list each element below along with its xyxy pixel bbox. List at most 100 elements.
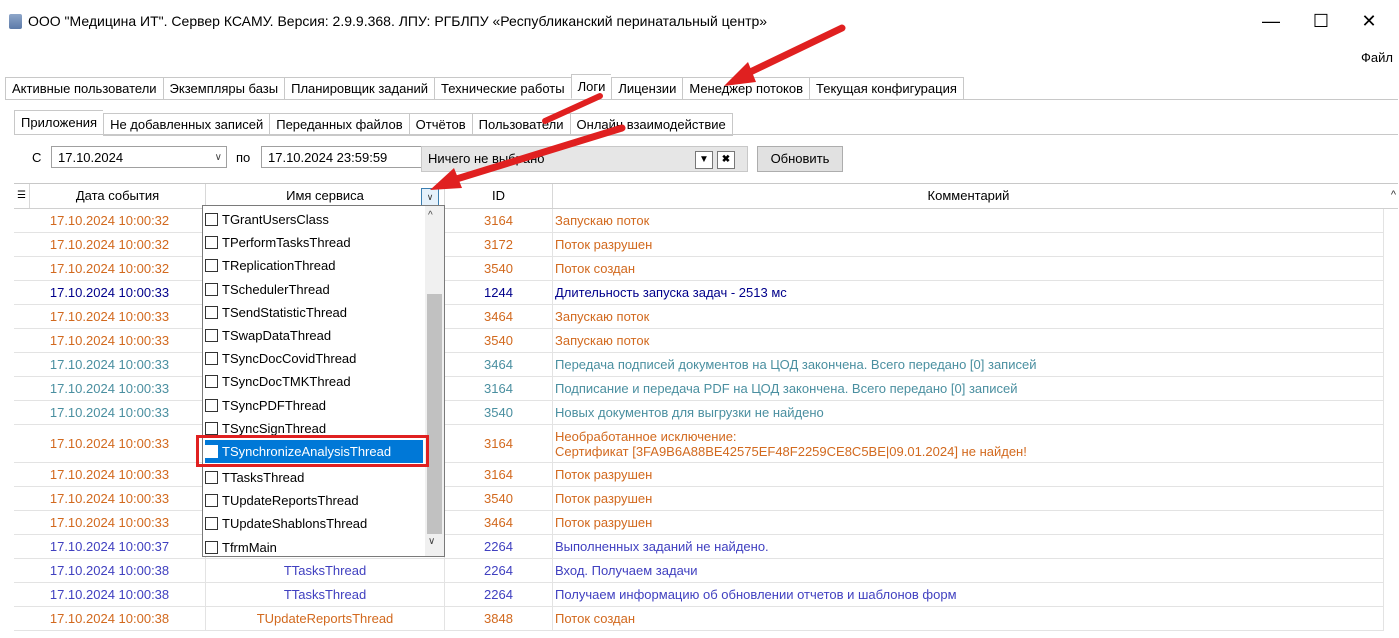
refresh-button[interactable]: Обновить: [757, 146, 843, 172]
checkbox[interactable]: [205, 259, 218, 273]
checkbox[interactable]: [205, 540, 218, 554]
checkbox[interactable]: [205, 517, 218, 531]
dropdown-option[interactable]: TTasksThread: [205, 466, 423, 489]
checkbox[interactable]: [205, 398, 218, 412]
dropdown-option[interactable]: TUpdateReportsThread: [205, 489, 423, 512]
scroll-down-icon[interactable]: ∨: [428, 536, 435, 547]
scrollbar-thumb[interactable]: [427, 294, 442, 534]
minimize-button[interactable]: —: [1256, 6, 1286, 36]
cell-id: 3540: [445, 257, 553, 280]
col-event-date[interactable]: Дата события: [30, 184, 206, 208]
cell-comment: Поток создан: [553, 257, 1384, 280]
tab-applications[interactable]: Приложения: [14, 110, 104, 135]
window-title: ООО "Медицина ИТ". Сервер КСАМУ. Версия:…: [28, 13, 768, 29]
checkbox[interactable]: [205, 305, 218, 319]
cell-comment: Подписание и передача PDF на ЦОД законче…: [553, 377, 1384, 400]
table-row[interactable]: 17.10.2024 10:00:38 TTasksThread 2264 Получ…: [14, 583, 1384, 607]
dropdown-option[interactable]: TSendStatisticThread: [205, 301, 423, 324]
to-label: по: [236, 150, 251, 165]
scroll-up-icon[interactable]: ^: [1391, 189, 1396, 201]
checkbox[interactable]: [205, 236, 218, 250]
log-tabs: Приложения Не добавленных записей Переда…: [14, 110, 733, 136]
tab-users[interactable]: Пользователи: [471, 113, 570, 136]
col-comment[interactable]: Комментарий: [553, 184, 1384, 208]
dropdown-option[interactable]: TfrmMain: [205, 536, 423, 556]
cell-comment: Запускаю поток: [553, 209, 1384, 232]
cell-event-date: 17.10.2024 10:00:33: [14, 401, 206, 424]
cell-event-date: 17.10.2024 10:00:33: [14, 425, 206, 462]
service-dropdown-list[interactable]: TGrantUsersClass TPerformTasksThread TRepl…: [202, 205, 445, 557]
tab-current-config[interactable]: Текущая конфигурация: [809, 77, 964, 100]
cell-event-date: 17.10.2024 10:00:33: [14, 329, 206, 352]
tab-logs[interactable]: Логи: [570, 74, 612, 99]
scroll-up-icon[interactable]: ^: [428, 210, 433, 221]
service-filter[interactable]: Ничего не выбрано ▼ ✖: [421, 146, 748, 172]
title-bar: ООО "Медицина ИТ". Сервер КСАМУ. Версия:…: [0, 0, 1399, 44]
tab-db-instances[interactable]: Экземпляры базы: [162, 77, 285, 100]
dropdown-option-label: TSyncDocCovidThread: [222, 351, 357, 367]
cell-event-date: 17.10.2024 10:00:33: [14, 353, 206, 376]
cell-event-date: 17.10.2024 10:00:32: [14, 257, 206, 280]
table-row[interactable]: 17.10.2024 10:00:38 TTasksThread 2264 Вход.…: [14, 559, 1384, 583]
tab-online-interaction[interactable]: Онлайн взаимодействие: [569, 113, 733, 136]
clear-icon[interactable]: ✖: [717, 151, 735, 169]
dropdown-arrow-icon[interactable]: ▼: [695, 151, 713, 169]
dropdown-option[interactable]: TSyncDocCovidThread: [205, 347, 423, 370]
cell-comment: Поток разрушен: [553, 463, 1384, 486]
main-tabs: Активные пользователи Экземпляры базы Пл…: [5, 74, 964, 100]
tab-thread-manager[interactable]: Менеджер потоков: [682, 77, 810, 100]
cell-id: 3540: [445, 329, 553, 352]
dropdown-scrollbar[interactable]: ^ ∨: [425, 206, 444, 556]
dropdown-option[interactable]: TSchedulerThread: [205, 278, 423, 301]
dropdown-option[interactable]: TPerformTasksThread: [205, 231, 423, 254]
checkbox[interactable]: [205, 471, 218, 484]
cell-id: 2264: [445, 559, 553, 582]
tab-transferred-files[interactable]: Переданных файлов: [269, 113, 409, 136]
cell-comment: Поток разрушен: [553, 511, 1384, 534]
dropdown-option[interactable]: TSwapDataThread: [205, 324, 423, 347]
dropdown-option[interactable]: TReplicationThread: [205, 254, 423, 277]
maximize-button[interactable]: ☐: [1306, 6, 1336, 36]
dropdown-option-label: TSyncDocTMKThread: [222, 374, 351, 390]
dropdown-option-label: TUpdateShablonsThread: [222, 516, 368, 532]
cell-comment: Запускаю поток: [553, 329, 1384, 352]
cell-comment: Вход. Получаем задачи: [553, 559, 1384, 582]
checkbox[interactable]: [205, 494, 218, 508]
dropdown-option[interactable]: TUpdateShablonsThread: [205, 512, 423, 535]
dropdown-option[interactable]: TGrantUsersClass: [205, 208, 423, 231]
cell-event-date: 17.10.2024 10:00:33: [14, 377, 206, 400]
menu-file[interactable]: Файл: [1361, 50, 1393, 65]
checkbox[interactable]: [205, 352, 218, 366]
col-id[interactable]: ID: [445, 184, 553, 208]
dropdown-option[interactable]: TSyncDocTMKThread: [205, 370, 423, 393]
service-filter-dropdown-icon[interactable]: ∨: [421, 188, 439, 206]
cell-id: 3164: [445, 377, 553, 400]
cell-event-date: 17.10.2024 10:00:33: [14, 511, 206, 534]
dropdown-option-label: TSyncSignThread: [222, 420, 327, 436]
date-from-picker[interactable]: 17.10.2024 ∨: [51, 146, 227, 168]
comment-line: Необработанное исключение:: [555, 428, 737, 444]
cell-service-name: TTasksThread: [206, 583, 445, 606]
cell-event-date: 17.10.2024 10:00:33: [14, 281, 206, 304]
checkbox[interactable]: [205, 282, 218, 296]
close-button[interactable]: ✕: [1354, 6, 1384, 36]
cell-id: 3464: [445, 511, 553, 534]
checkbox[interactable]: [205, 421, 218, 435]
checkbox[interactable]: [205, 375, 218, 389]
cell-id: 3540: [445, 401, 553, 424]
checkbox[interactable]: [205, 329, 218, 342]
column-chooser-icon[interactable]: ☰: [14, 184, 30, 208]
subtabs-divider: [14, 134, 1398, 135]
chevron-down-icon[interactable]: ∨: [215, 147, 222, 169]
tab-not-added-records[interactable]: Не добавленных записей: [103, 113, 270, 136]
tab-licenses[interactable]: Лицензии: [611, 77, 683, 100]
checkbox[interactable]: [205, 213, 218, 226]
dropdown-option[interactable]: TSyncPDFThread: [205, 394, 423, 417]
tab-maintenance[interactable]: Технические работы: [434, 77, 571, 100]
tab-active-users[interactable]: Активные пользователи: [5, 77, 163, 100]
dropdown-option-label: TSchedulerThread: [222, 281, 330, 297]
tab-scheduler[interactable]: Планировщик заданий: [284, 77, 435, 100]
tab-reports[interactable]: Отчётов: [408, 113, 472, 136]
date-to-picker[interactable]: 17.10.2024 23:59:59 ∨: [261, 146, 432, 168]
table-row[interactable]: 17.10.2024 10:00:38 TUpdateReportsThread 3…: [14, 607, 1384, 631]
